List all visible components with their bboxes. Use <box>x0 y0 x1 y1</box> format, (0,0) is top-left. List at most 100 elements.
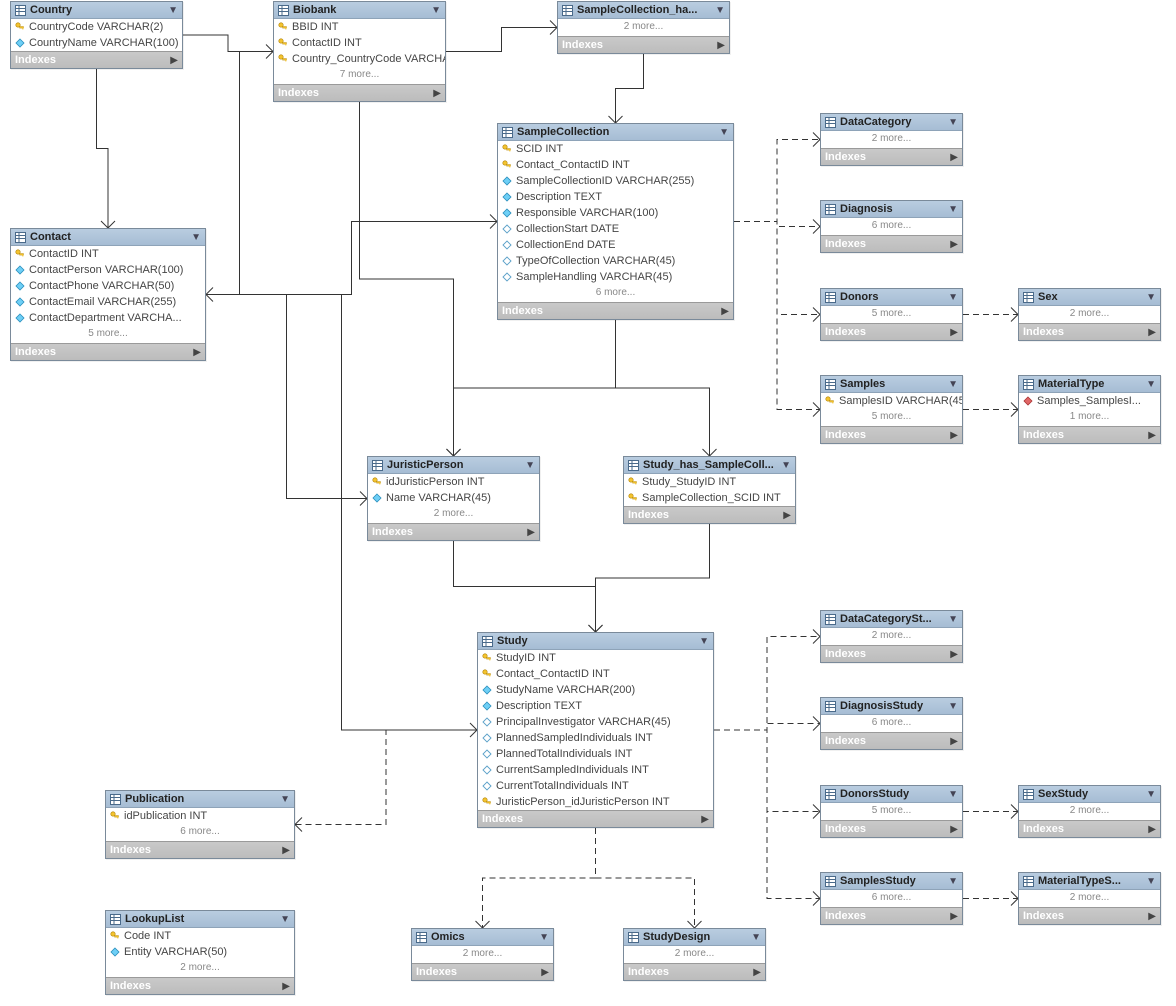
chevron-down-icon[interactable]: ▼ <box>948 204 958 215</box>
more-indicator[interactable]: 6 more... <box>821 715 962 732</box>
chevron-down-icon[interactable]: ▼ <box>1146 379 1156 390</box>
entity-diagnosis[interactable]: Diagnosis▼6 more...Indexes▶ <box>820 200 963 253</box>
chevron-right-icon[interactable]: ▶ <box>193 347 201 358</box>
entity-header[interactable]: Biobank▼ <box>274 2 445 19</box>
entity-country[interactable]: Country▼CountryCode VARCHAR(2)CountryNam… <box>10 1 183 69</box>
more-indicator[interactable]: 5 more... <box>821 409 962 426</box>
entity-sexstudy[interactable]: SexStudy▼2 more...Indexes▶ <box>1018 785 1161 838</box>
entity-footer[interactable]: Indexes▶ <box>1019 323 1160 340</box>
chevron-down-icon[interactable]: ▼ <box>699 636 709 647</box>
chevron-right-icon[interactable]: ▶ <box>721 306 729 317</box>
entity-sex[interactable]: Sex▼2 more...Indexes▶ <box>1018 288 1161 341</box>
entity-study_has_samplecoll[interactable]: Study_has_SampleColl...▼Study_StudyID IN… <box>623 456 796 524</box>
entity-contact[interactable]: Contact▼ContactID INTContactPerson VARCH… <box>10 228 206 361</box>
chevron-down-icon[interactable]: ▼ <box>1146 876 1156 887</box>
entity-footer[interactable]: Indexes▶ <box>821 426 962 443</box>
entity-footer[interactable]: Indexes▶ <box>274 84 445 101</box>
more-indicator[interactable]: 2 more... <box>368 506 539 523</box>
entity-footer[interactable]: Indexes▶ <box>821 148 962 165</box>
entity-footer[interactable]: Indexes▶ <box>821 323 962 340</box>
chevron-down-icon[interactable]: ▼ <box>719 127 729 138</box>
entity-footer[interactable]: Indexes▶ <box>11 51 182 68</box>
entity-footer[interactable]: Indexes▶ <box>1019 907 1160 924</box>
more-indicator[interactable]: 5 more... <box>821 306 962 323</box>
entity-footer[interactable]: Indexes▶ <box>821 820 962 837</box>
chevron-right-icon[interactable]: ▶ <box>282 845 290 856</box>
entity-header[interactable]: Samples▼ <box>821 376 962 393</box>
chevron-right-icon[interactable]: ▶ <box>1148 911 1156 922</box>
entity-footer[interactable]: Indexes▶ <box>624 963 765 980</box>
chevron-right-icon[interactable]: ▶ <box>950 430 958 441</box>
chevron-right-icon[interactable]: ▶ <box>527 527 535 538</box>
entity-header[interactable]: Sex▼ <box>1019 289 1160 306</box>
entity-header[interactable]: JuristicPerson▼ <box>368 457 539 474</box>
entity-studydesign[interactable]: StudyDesign▼2 more...Indexes▶ <box>623 928 766 981</box>
more-indicator[interactable]: 2 more... <box>1019 890 1160 907</box>
entity-header[interactable]: DataCategory▼ <box>821 114 962 131</box>
more-indicator[interactable]: 2 more... <box>412 946 553 963</box>
chevron-right-icon[interactable]: ▶ <box>950 911 958 922</box>
entity-header[interactable]: SampleCollection▼ <box>498 124 733 141</box>
entity-header[interactable]: Study_has_SampleColl...▼ <box>624 457 795 474</box>
entity-footer[interactable]: Indexes▶ <box>1019 820 1160 837</box>
more-indicator[interactable]: 2 more... <box>1019 803 1160 820</box>
more-indicator[interactable]: 2 more... <box>558 19 729 36</box>
chevron-down-icon[interactable]: ▼ <box>948 614 958 625</box>
more-indicator[interactable]: 6 more... <box>821 890 962 907</box>
entity-header[interactable]: Diagnosis▼ <box>821 201 962 218</box>
chevron-right-icon[interactable]: ▶ <box>950 736 958 747</box>
chevron-down-icon[interactable]: ▼ <box>539 932 549 943</box>
entity-omics[interactable]: Omics▼2 more...Indexes▶ <box>411 928 554 981</box>
chevron-down-icon[interactable]: ▼ <box>191 232 201 243</box>
more-indicator[interactable]: 7 more... <box>274 67 445 84</box>
chevron-right-icon[interactable]: ▶ <box>950 152 958 163</box>
entity-header[interactable]: Publication▼ <box>106 791 294 808</box>
chevron-right-icon[interactable]: ▶ <box>950 327 958 338</box>
entity-diagnosisstudy[interactable]: DiagnosisStudy▼6 more...Indexes▶ <box>820 697 963 750</box>
more-indicator[interactable]: 5 more... <box>11 326 205 343</box>
entity-header[interactable]: StudyDesign▼ <box>624 929 765 946</box>
entity-donorsstudy[interactable]: DonorsStudy▼5 more...Indexes▶ <box>820 785 963 838</box>
entity-datacategory[interactable]: DataCategory▼2 more...Indexes▶ <box>820 113 963 166</box>
chevron-down-icon[interactable]: ▼ <box>948 117 958 128</box>
chevron-right-icon[interactable]: ▶ <box>950 649 958 660</box>
entity-footer[interactable]: Indexes▶ <box>478 810 713 827</box>
entity-datacategoryst[interactable]: DataCategorySt...▼2 more...Indexes▶ <box>820 610 963 663</box>
more-indicator[interactable]: 2 more... <box>624 946 765 963</box>
entity-samplecollection_has[interactable]: SampleCollection_ha...▼2 more...Indexes▶ <box>557 1 730 54</box>
chevron-down-icon[interactable]: ▼ <box>431 5 441 16</box>
chevron-right-icon[interactable]: ▶ <box>717 40 725 51</box>
entity-header[interactable]: SampleCollection_ha...▼ <box>558 2 729 19</box>
entity-footer[interactable]: Indexes▶ <box>11 343 205 360</box>
chevron-right-icon[interactable]: ▶ <box>541 967 549 978</box>
entity-header[interactable]: Omics▼ <box>412 929 553 946</box>
entity-materialtype[interactable]: MaterialType▼Samples_SamplesI...1 more..… <box>1018 375 1161 444</box>
entity-donors[interactable]: Donors▼5 more...Indexes▶ <box>820 288 963 341</box>
chevron-right-icon[interactable]: ▶ <box>950 239 958 250</box>
chevron-down-icon[interactable]: ▼ <box>1146 292 1156 303</box>
chevron-down-icon[interactable]: ▼ <box>280 914 290 925</box>
entity-footer[interactable]: Indexes▶ <box>821 732 962 749</box>
entity-footer[interactable]: Indexes▶ <box>106 841 294 858</box>
entity-footer[interactable]: Indexes▶ <box>624 506 795 523</box>
entity-footer[interactable]: Indexes▶ <box>1019 426 1160 443</box>
entity-header[interactable]: Contact▼ <box>11 229 205 246</box>
entity-samplecollection[interactable]: SampleCollection▼SCID INTContact_Contact… <box>497 123 734 320</box>
more-indicator[interactable]: 6 more... <box>106 824 294 841</box>
entity-header[interactable]: SexStudy▼ <box>1019 786 1160 803</box>
entity-samplesstudy[interactable]: SamplesStudy▼6 more...Indexes▶ <box>820 872 963 925</box>
entity-footer[interactable]: Indexes▶ <box>821 645 962 662</box>
entity-header[interactable]: MaterialType▼ <box>1019 376 1160 393</box>
more-indicator[interactable]: 2 more... <box>106 960 294 977</box>
entity-header[interactable]: DonorsStudy▼ <box>821 786 962 803</box>
entity-footer[interactable]: Indexes▶ <box>412 963 553 980</box>
entity-footer[interactable]: Indexes▶ <box>368 523 539 540</box>
more-indicator[interactable]: 2 more... <box>1019 306 1160 323</box>
entity-lookuplist[interactable]: LookupList▼Code INTEntity VARCHAR(50)2 m… <box>105 910 295 995</box>
entity-biobank[interactable]: Biobank▼BBID INTContactID INTCountry_Cou… <box>273 1 446 102</box>
entity-header[interactable]: Study▼ <box>478 633 713 650</box>
chevron-right-icon[interactable]: ▶ <box>282 981 290 992</box>
chevron-right-icon[interactable]: ▶ <box>950 824 958 835</box>
chevron-down-icon[interactable]: ▼ <box>280 794 290 805</box>
entity-study[interactable]: Study▼StudyID INTContact_ContactID INTSt… <box>477 632 714 828</box>
